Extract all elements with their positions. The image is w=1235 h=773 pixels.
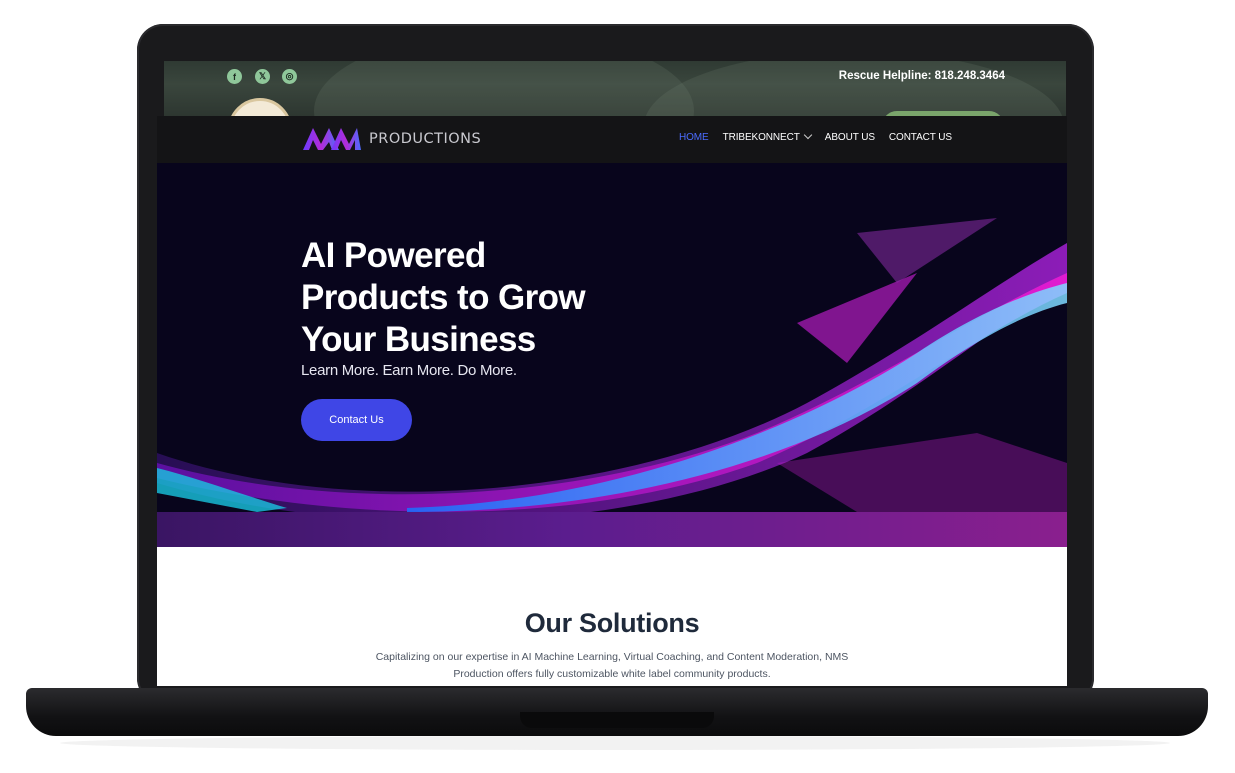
main-menu: HOME TRIBEKONNECT ABOUT US CONTACT US bbox=[679, 130, 952, 143]
nav-home[interactable]: HOME bbox=[679, 132, 709, 143]
nav-about-us[interactable]: ABOUT US bbox=[825, 132, 875, 143]
contact-us-button[interactable]: Contact Us bbox=[301, 399, 412, 441]
nms-logo-mark bbox=[303, 128, 361, 150]
nav-contact-us[interactable]: CONTACT US bbox=[889, 132, 952, 143]
gradient-band bbox=[157, 512, 1067, 547]
mountain-bg bbox=[314, 61, 694, 119]
instagram-icon[interactable]: ◎ bbox=[282, 69, 297, 84]
background-website: f 𝕏 ◎ Rescue Helpline: 818.248.3464 bbox=[164, 61, 1066, 119]
nav-tribekonnect-label: TRIBEKONNECT bbox=[722, 132, 800, 143]
rescue-helpline[interactable]: Rescue Helpline: 818.248.3464 bbox=[839, 70, 1005, 82]
hero-title-line: AI Powered bbox=[301, 236, 486, 275]
navbar: PRODUCTIONS HOME TRIBEKONNECT ABOUT US C… bbox=[157, 116, 1067, 163]
website-screen: PRODUCTIONS HOME TRIBEKONNECT ABOUT US C… bbox=[157, 116, 1067, 686]
solutions-title: Our Solutions bbox=[524, 608, 700, 638]
nav-tribekonnect[interactable]: TRIBEKONNECT bbox=[722, 130, 812, 143]
laptop-shadow bbox=[60, 736, 1170, 750]
logo[interactable]: PRODUCTIONS bbox=[301, 126, 481, 152]
hero-title-line: Your Business bbox=[301, 320, 536, 359]
logo-text: PRODUCTIONS bbox=[369, 131, 482, 147]
hero-subtitle: Learn More. Earn More. Do More. bbox=[301, 362, 517, 379]
chevron-down-icon bbox=[803, 130, 812, 140]
laptop-notch bbox=[520, 712, 714, 728]
x-icon[interactable]: 𝕏 bbox=[255, 69, 270, 84]
hero-title-line: Products to Grow bbox=[301, 278, 586, 317]
facebook-icon[interactable]: f bbox=[227, 69, 242, 84]
hero-title: AI Powered Products to Grow Your Busines… bbox=[301, 235, 661, 361]
hero-section: AI Powered Products to Grow Your Busines… bbox=[157, 163, 1067, 512]
solutions-description: Capitalizing on our expertise in AI Mach… bbox=[375, 651, 849, 680]
